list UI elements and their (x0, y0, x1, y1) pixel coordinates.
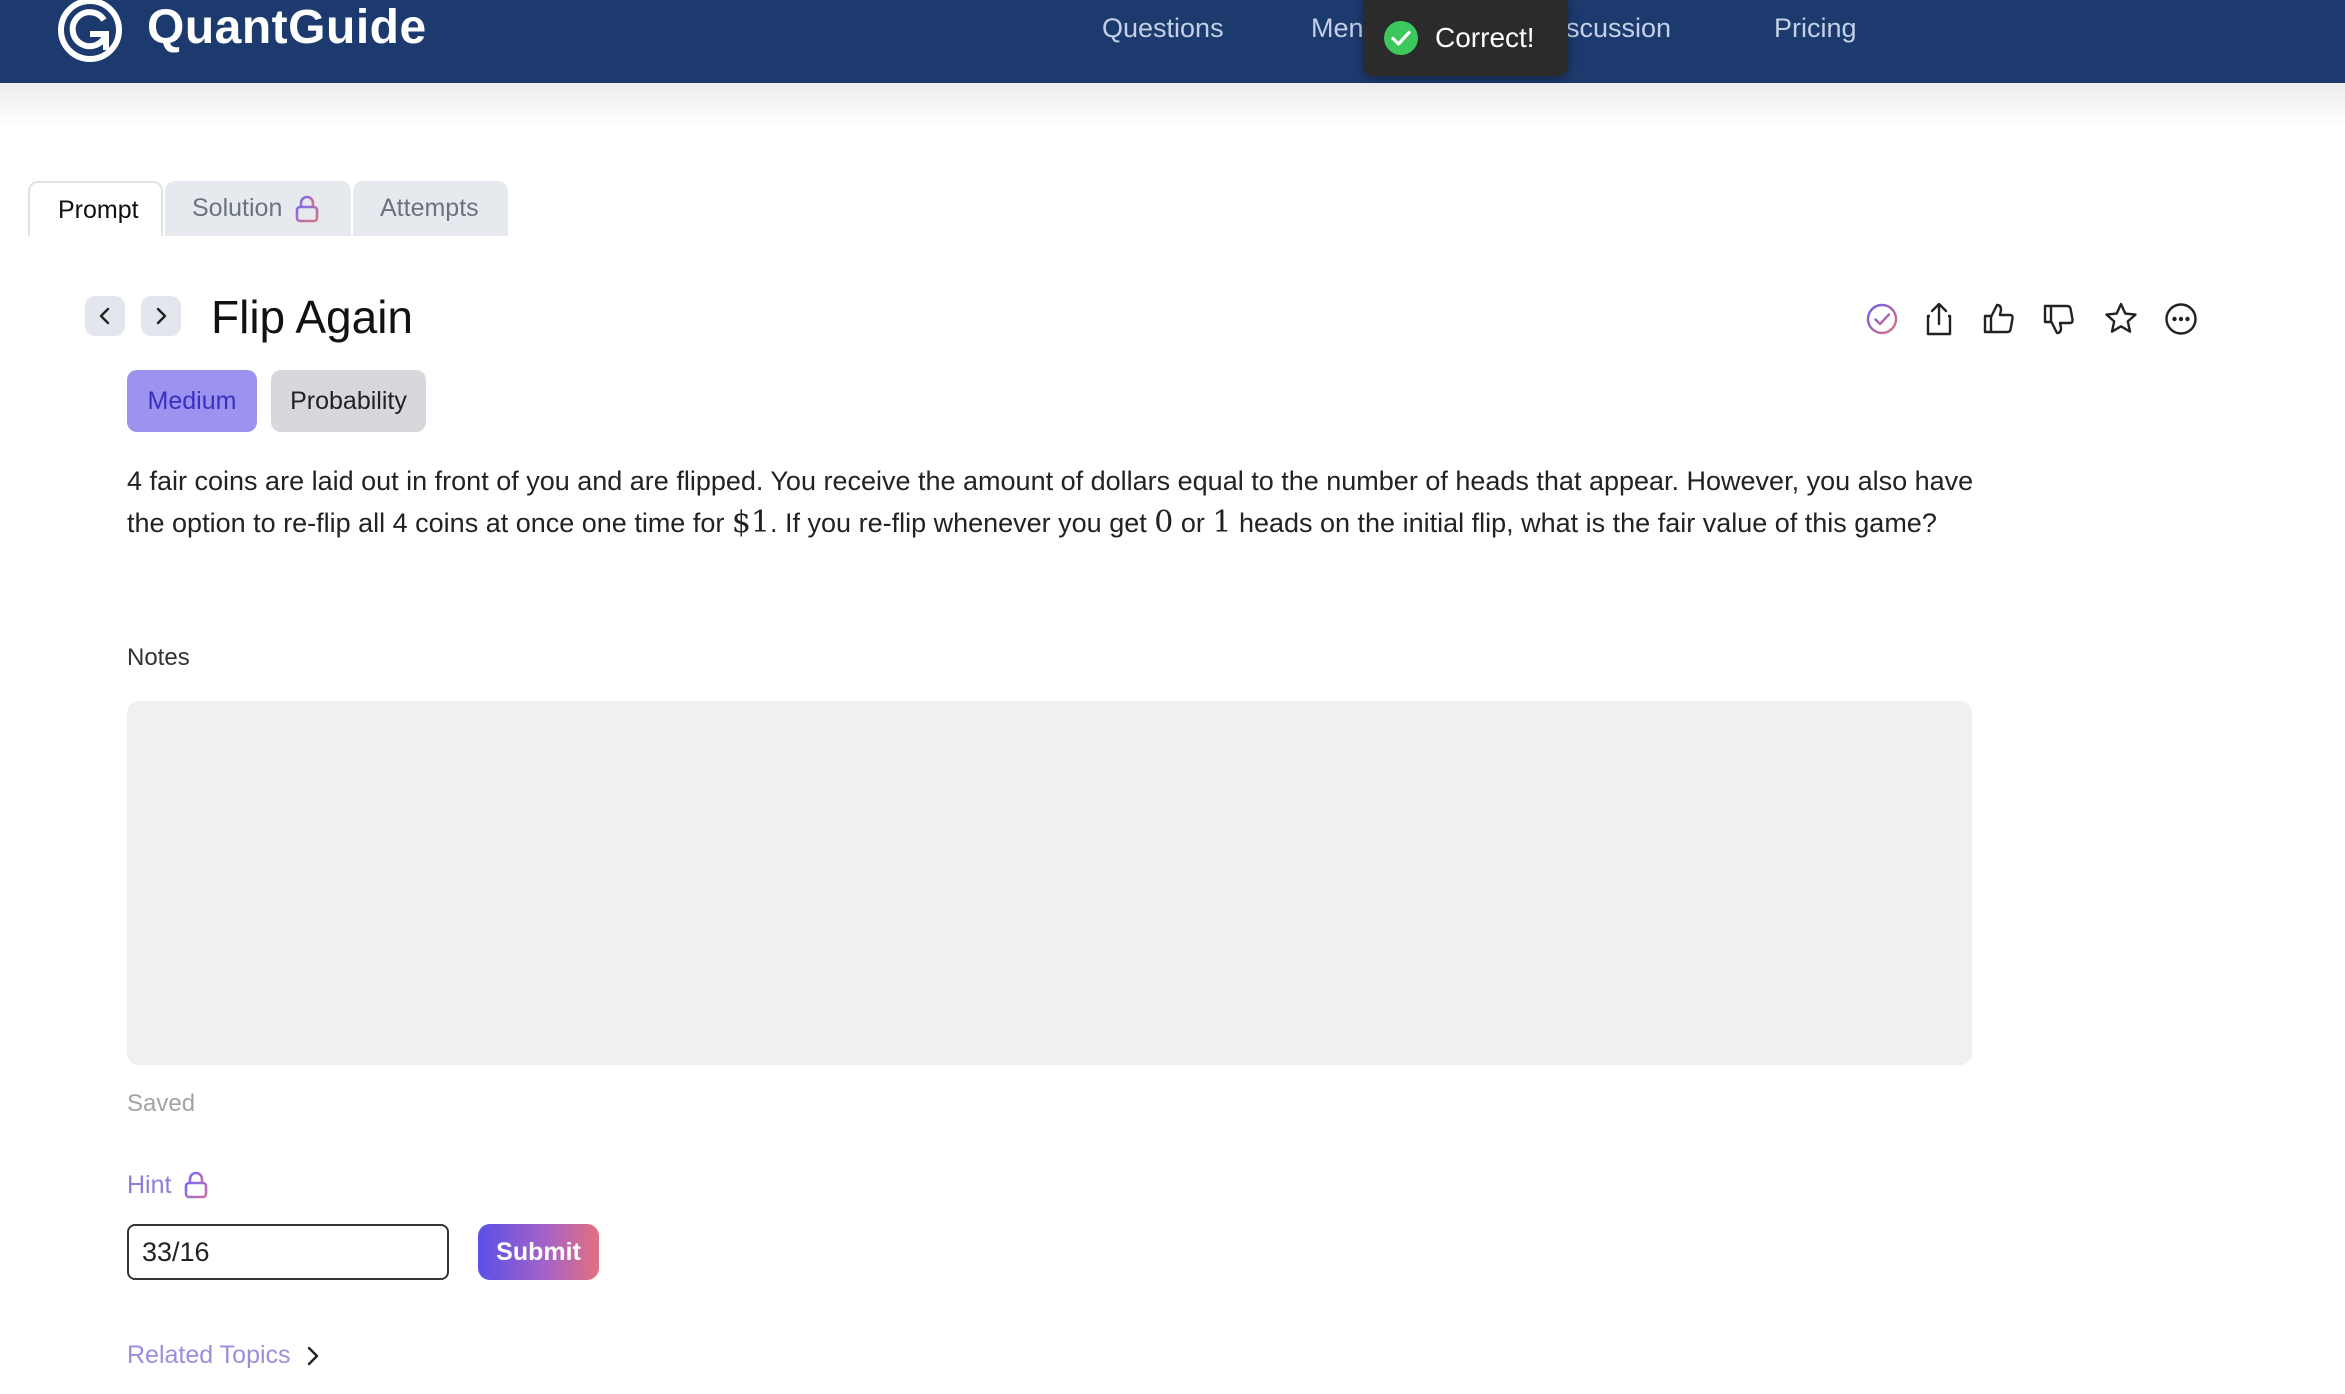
hint-link[interactable]: Hint (127, 1168, 208, 1202)
tab-attempts[interactable]: Attempts (353, 181, 508, 236)
solved-check-icon (1866, 303, 1898, 335)
topic-badge[interactable]: Probability (271, 370, 426, 432)
next-question-button[interactable] (141, 296, 181, 336)
related-topics-label: Related Topics (127, 1341, 291, 1369)
tab-prompt[interactable]: Prompt (28, 181, 163, 236)
submit-button[interactable]: Submit (478, 1224, 599, 1280)
math-dollar-amount: $1 (731, 505, 771, 540)
difficulty-badge[interactable]: Medium (127, 370, 257, 432)
chevron-left-icon (99, 307, 110, 325)
thumbs-up-icon[interactable] (1980, 300, 2018, 338)
notes-label: Notes (127, 644, 190, 671)
quantguide-logo-icon[interactable] (54, 0, 126, 66)
toast-notification: Correct! (1363, 0, 1568, 76)
nav-shadow (0, 83, 2345, 127)
question-title: Flip Again (211, 291, 414, 343)
prompt-text: heads on the initial flip, what is the f… (1231, 508, 1937, 538)
more-options-icon[interactable] (2162, 300, 2200, 338)
lock-icon (295, 195, 319, 223)
nav-menu[interactable]: Men (1311, 8, 1364, 48)
lock-icon (184, 1171, 208, 1199)
tab-prompt-label: Prompt (58, 196, 139, 224)
nav-questions[interactable]: Questions (1102, 8, 1224, 48)
check-circle-icon (1384, 21, 1418, 55)
tab-solution[interactable]: Solution (165, 181, 351, 236)
related-topics-link[interactable]: Related Topics (127, 1338, 319, 1372)
nav-discussion[interactable]: iscussion (1560, 8, 1671, 48)
toast-text: Correct! (1435, 22, 1535, 53)
previous-question-button[interactable] (85, 296, 125, 336)
chevron-right-icon (156, 307, 167, 325)
tab-solution-label: Solution (192, 194, 283, 222)
logo-text[interactable]: QuantGuide (147, 0, 427, 58)
share-icon[interactable] (1920, 300, 1958, 338)
hint-label: Hint (127, 1171, 172, 1199)
thumbs-down-icon[interactable] (2040, 300, 2078, 338)
math-one: 1 (1212, 505, 1232, 540)
prompt-text: or (1173, 508, 1213, 538)
star-icon[interactable] (2102, 300, 2140, 338)
answer-input[interactable]: 33/16 (127, 1224, 449, 1280)
prompt-text: . If you re-flip whenever you get (770, 508, 1155, 538)
math-zero: 0 (1154, 505, 1174, 540)
top-nav: QuantGuide Questions Men iscussion Prici… (0, 0, 2345, 83)
notes-textarea[interactable] (127, 701, 1972, 1065)
nav-pricing[interactable]: Pricing (1774, 8, 1857, 48)
tab-attempts-label: Attempts (380, 194, 479, 222)
notes-saved-status: Saved (127, 1090, 196, 1117)
question-prompt: 4 fair coins are laid out in front of yo… (127, 460, 1977, 544)
chevron-right-icon (307, 1346, 319, 1366)
